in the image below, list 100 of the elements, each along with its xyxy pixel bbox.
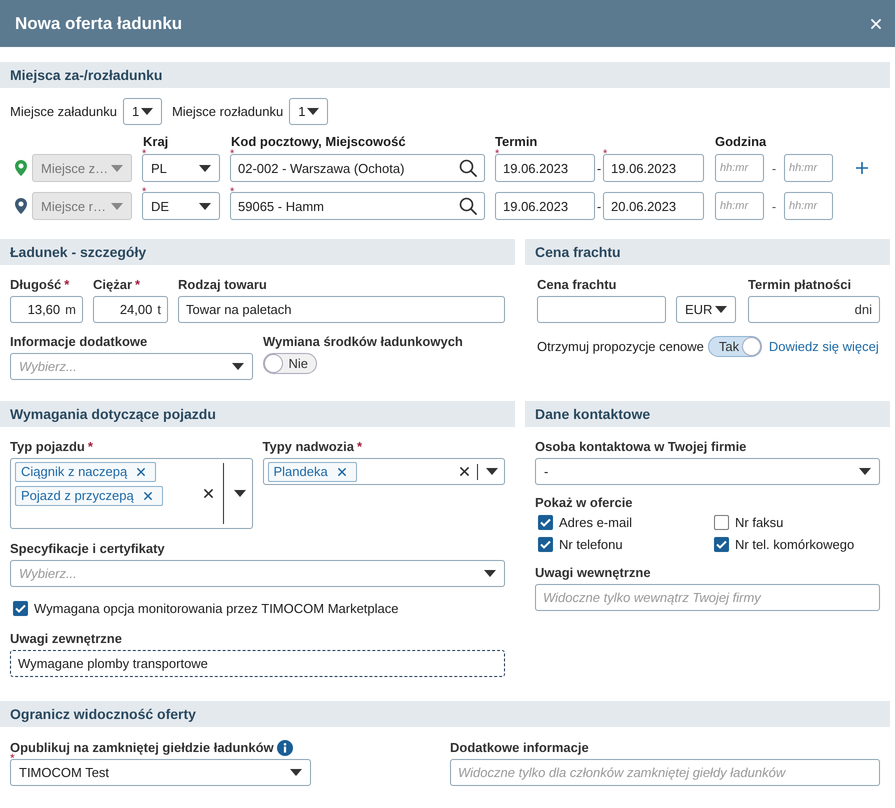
caret-icon bbox=[199, 164, 211, 172]
clear-icon[interactable] bbox=[204, 489, 212, 498]
toggle-switch[interactable]: Tak bbox=[708, 336, 762, 357]
field-label: Ciężar bbox=[93, 277, 132, 292]
caret-icon bbox=[859, 468, 871, 475]
country-dropdown[interactable]: DE bbox=[142, 192, 220, 220]
field-label: Uwagi zewnętrzne bbox=[10, 631, 122, 646]
add-icon[interactable] bbox=[856, 162, 868, 174]
checkbox[interactable] bbox=[714, 536, 729, 552]
stop-type-dropdown[interactable]: Miejsce r… bbox=[32, 192, 132, 220]
separator: - bbox=[596, 160, 602, 176]
caret-icon bbox=[307, 108, 320, 115]
caret-icon bbox=[484, 570, 496, 577]
column-header: Godzina bbox=[715, 134, 766, 149]
length-field[interactable]: 13,60 m bbox=[10, 296, 83, 323]
search-icon[interactable] bbox=[459, 197, 477, 215]
time-field[interactable]: hh:mr bbox=[715, 192, 764, 220]
time-field[interactable]: hh:mr bbox=[784, 154, 833, 182]
remove-icon[interactable] bbox=[144, 492, 152, 500]
field-label: Specyfikacje i certyfikaty bbox=[10, 541, 165, 556]
required-mark: * bbox=[357, 439, 362, 454]
date-field[interactable]: 20.06.2023 bbox=[603, 192, 704, 220]
payment-term-field[interactable]: dni bbox=[748, 296, 880, 323]
window-title: Nowa oferta ładunku bbox=[15, 14, 182, 34]
time-field[interactable]: hh:mr bbox=[715, 154, 764, 182]
field-label: Miejsce załadunku bbox=[10, 104, 117, 119]
currency-dropdown[interactable]: EUR bbox=[676, 296, 736, 323]
checkbox-label: Wymagana opcja monitorowania przez TIMOCOM Marketplace bbox=[34, 600, 399, 616]
checkbox-label: Nr faksu bbox=[735, 514, 784, 530]
field-label: Długość bbox=[10, 277, 62, 292]
vehicle-type-select[interactable]: Ciągnik z naczepą Pojazd z przyczepą bbox=[10, 458, 252, 529]
section-title: Dane kontaktowe bbox=[535, 406, 650, 422]
field-label: Osoba kontaktowa w Twojej firmie bbox=[535, 439, 746, 454]
toggle-switch[interactable]: Nie bbox=[263, 353, 317, 374]
caret-icon bbox=[199, 202, 211, 210]
caret-icon bbox=[715, 306, 727, 313]
section-title: Cena frachtu bbox=[535, 244, 621, 260]
count-dropdown[interactable]: 1 bbox=[289, 98, 328, 125]
column-header: Kod pocztowy, Miejscowość bbox=[231, 134, 406, 149]
caret-icon bbox=[290, 769, 302, 776]
separator: - bbox=[596, 198, 602, 214]
checkbox[interactable] bbox=[538, 536, 553, 552]
close-icon[interactable] bbox=[871, 18, 881, 28]
caret-icon bbox=[140, 108, 153, 115]
count-dropdown[interactable]: 1 bbox=[122, 98, 162, 125]
field-label: Wymiana środków ładunkowych bbox=[263, 334, 463, 349]
field-label: Miejsce rozładunku bbox=[172, 104, 284, 119]
separator: - bbox=[770, 160, 778, 176]
field-label: Rodzaj towaru bbox=[178, 277, 267, 292]
location-field[interactable]: 02-002 - Warszawa (Ochota) bbox=[230, 154, 485, 182]
body-type-select[interactable]: Plandeka bbox=[262, 458, 505, 485]
weight-field[interactable]: 24,00 t bbox=[93, 296, 168, 323]
field-label: Dodatkowe informacje bbox=[450, 740, 589, 755]
closed-exchange-dropdown[interactable]: TIMOCOM Test bbox=[10, 759, 311, 786]
checkbox[interactable] bbox=[13, 600, 28, 616]
section-title: Ładunek - szczegóły bbox=[10, 244, 146, 260]
info-icon[interactable] bbox=[276, 740, 293, 756]
tag-chip: Ciągnik z naczepą bbox=[15, 462, 156, 482]
contact-person-dropdown[interactable]: - bbox=[535, 458, 880, 485]
section-title: Ogranicz widoczność oferty bbox=[10, 706, 196, 722]
learn-more-link[interactable]: Dowiedz się więcej bbox=[768, 339, 879, 354]
country-dropdown[interactable]: PL bbox=[142, 154, 220, 182]
goods-field[interactable]: Towar na paletach bbox=[178, 296, 505, 323]
column-header: Kraj bbox=[143, 134, 168, 149]
time-field[interactable]: hh:mr bbox=[784, 192, 833, 220]
checkbox[interactable] bbox=[538, 514, 553, 530]
separator: - bbox=[770, 198, 778, 214]
internal-notes-field[interactable]: Widoczne tylko wewnątrz Twojej firmy bbox=[535, 584, 880, 611]
date-field[interactable]: 19.06.2023 bbox=[495, 154, 595, 182]
date-field[interactable]: 19.06.2023 bbox=[603, 154, 704, 182]
external-notes-field[interactable]: Wymagane plomby transportowe bbox=[10, 650, 505, 677]
caret-icon bbox=[111, 202, 123, 210]
caret-icon bbox=[232, 363, 244, 370]
field-label: Otrzymuj propozycje cenowe bbox=[537, 339, 704, 354]
section-title: Wymagania dotyczące pojazdu bbox=[10, 406, 216, 422]
required-mark: * bbox=[135, 277, 140, 292]
section-title: Miejsca za-/rozładunku bbox=[10, 67, 162, 83]
tag-chip: Pojazd z przyczepą bbox=[15, 486, 163, 506]
price-field[interactable] bbox=[537, 296, 666, 323]
caret-icon bbox=[486, 468, 498, 475]
field-label: Informacje dodatkowe bbox=[10, 334, 148, 349]
search-icon[interactable] bbox=[459, 159, 477, 177]
remove-icon[interactable] bbox=[338, 468, 346, 476]
clear-icon[interactable] bbox=[460, 467, 469, 476]
visibility-info-field[interactable]: Widoczne tylko dla członków zamkniętej giełdy ładunków bbox=[450, 759, 880, 786]
field-label: Typy nadwozia bbox=[262, 439, 354, 454]
field-label: Uwagi wewnętrzne bbox=[535, 565, 651, 580]
field-label: Termin płatności bbox=[748, 277, 852, 292]
remove-icon[interactable] bbox=[137, 468, 146, 476]
stop-type-dropdown[interactable]: Miejsce z… bbox=[32, 154, 132, 182]
checkbox-label: Nr tel. komórkowego bbox=[735, 536, 854, 552]
required-mark: * bbox=[64, 277, 70, 292]
tag-chip: Plandeka bbox=[268, 462, 357, 482]
map-pin-icon bbox=[15, 160, 27, 176]
caret-icon bbox=[111, 164, 123, 172]
checkbox[interactable] bbox=[714, 514, 729, 530]
date-field[interactable]: 19.06.2023 bbox=[495, 192, 595, 220]
location-field[interactable]: 59065 - Hamm bbox=[230, 192, 485, 220]
checkbox-label: Adres e-mail bbox=[559, 514, 632, 530]
field-label: Opublikuj na zamkniętej giełdzie ładunków bbox=[10, 740, 274, 755]
